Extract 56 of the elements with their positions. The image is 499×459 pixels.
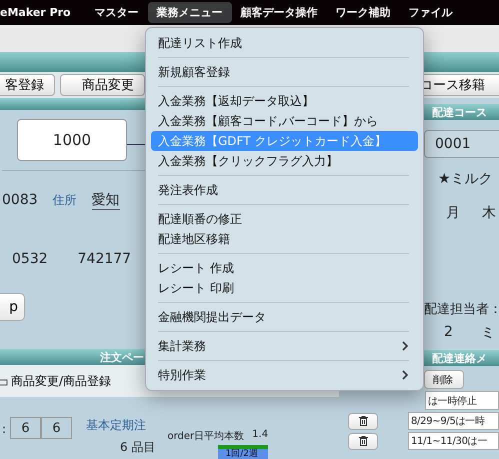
chevron-right-icon (402, 370, 408, 380)
menu-title[interactable]: ワーク補助 (326, 2, 400, 23)
menu-item[interactable]: 金融機関提出データ (151, 307, 418, 327)
section-title: 注文ペー (100, 350, 144, 364)
note-field[interactable]: 11/1~11/30は一 (408, 432, 499, 450)
delivery-day: 月 (446, 204, 460, 222)
menu-title[interactable]: 業務メニュー (148, 2, 232, 23)
action-button[interactable]: p (0, 293, 25, 321)
menu-item[interactable]: 入金業務【クリックフラグ入力】 (151, 151, 418, 171)
course-code-field[interactable]: 0001 (424, 130, 499, 158)
address-label: 住所 (52, 192, 77, 208)
count-cell: 6 (10, 417, 42, 439)
delivery-day: 木 (482, 204, 496, 222)
regular-order-label: 基本定期注 (86, 417, 148, 434)
section-title: 配達連絡メ (432, 350, 487, 366)
staff-number: 2 (444, 324, 453, 342)
product-change-button[interactable]: 商品変更/商品登録 (0, 372, 112, 390)
delete-row-button[interactable] (348, 432, 378, 450)
delete-row-button[interactable] (348, 412, 378, 430)
staff-name: ミ (480, 324, 495, 342)
colon: : (2, 422, 6, 436)
customer-code-field[interactable]: 1000 (17, 119, 127, 161)
frequency-badge: 1回/2週 (218, 445, 268, 459)
menu-item[interactable]: 配達地区移籍 (151, 229, 418, 249)
menu-item[interactable]: 新規顧客登録 (151, 62, 418, 82)
zip-code: 0083 (2, 192, 38, 208)
section-title: 配達コース (432, 104, 487, 120)
menu-item[interactable]: 配達順番の修正 (151, 209, 418, 229)
trash-icon (358, 436, 368, 446)
average-label: order日平均本数 (168, 430, 244, 443)
menu-item[interactable]: 集計業務 (151, 336, 418, 356)
menu-item[interactable]: 特別作業 (151, 365, 418, 385)
tab-button[interactable]: 商品変更 (60, 74, 145, 96)
phone-area-code: 0532 (12, 251, 48, 267)
item-count: 6 品目 (120, 439, 156, 456)
staff-label: 配達担当者： (424, 301, 499, 318)
menu-item[interactable]: 発注表作成 (151, 180, 418, 200)
menu-item[interactable]: 入金業務【返却データ取込】 (151, 91, 418, 111)
course-name: ★ミルク (438, 170, 494, 188)
chevron-right-icon (402, 341, 408, 351)
menu-title[interactable]: マスター (86, 2, 148, 23)
phone-number: 742177 (78, 251, 132, 267)
menu-item[interactable]: 入金業務【顧客コード,バーコード】から (151, 111, 418, 131)
trash-icon (358, 416, 368, 426)
delete-button[interactable]: 削除 (424, 370, 464, 389)
menu-title[interactable]: ファイル (400, 2, 462, 23)
count-cell: 6 (41, 417, 72, 439)
address-field[interactable]: 愛知 (92, 190, 120, 210)
note-field[interactable]: 8/29~9/5は一時 (408, 412, 499, 430)
menu-item[interactable]: レシート 印刷 (151, 278, 418, 298)
menu-title[interactable]: 顧客データ操作 (232, 2, 327, 23)
note-field[interactable]: は一時停止 (425, 391, 499, 410)
menu-item[interactable]: レシート 作成 (151, 258, 418, 278)
average-value: 1.4 (252, 429, 268, 442)
tab-button[interactable]: 客登録 (0, 74, 55, 96)
app-name[interactable]: eMaker Pro (0, 3, 80, 22)
